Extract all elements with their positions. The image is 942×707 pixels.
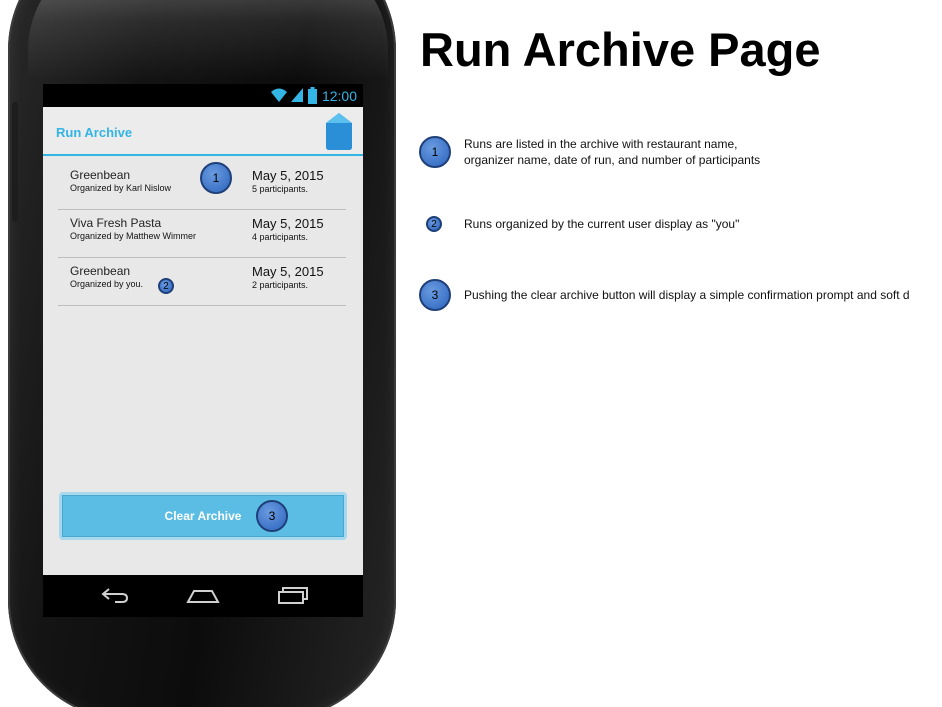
status-bar: 12:00 bbox=[43, 84, 363, 107]
note-line: Runs organized by the current user displ… bbox=[464, 217, 740, 231]
note-marker-3: 3 bbox=[419, 279, 451, 311]
run-date: May 5, 2015 bbox=[252, 168, 324, 183]
note-line: Runs are listed in the archive with rest… bbox=[464, 137, 738, 151]
app-title: Run Archive bbox=[56, 125, 133, 140]
wifi-icon bbox=[271, 88, 287, 102]
list-item[interactable]: Viva Fresh Pasta Organized by Matthew Wi… bbox=[58, 210, 346, 258]
clear-archive-container: Clear Archive bbox=[59, 492, 347, 540]
home-icon[interactable] bbox=[186, 582, 220, 606]
participant-count: 4 participants. bbox=[252, 232, 309, 242]
callout-marker-3: 3 bbox=[256, 500, 288, 532]
phone-screen: 12:00 Run Archive Greenbean Organized by… bbox=[43, 84, 363, 617]
list-item[interactable]: Greenbean Organized by you. May 5, 2015 … bbox=[58, 258, 346, 306]
note-line: organizer name, date of run, and number … bbox=[464, 153, 761, 167]
note-marker-2: 2 bbox=[426, 216, 442, 232]
organizer-name: Organized by you. bbox=[70, 279, 144, 289]
clear-archive-button[interactable]: Clear Archive bbox=[62, 495, 344, 537]
organizer-name: Organized by Karl Nislow bbox=[70, 183, 172, 193]
note-line: Pushing the clear archive button will di… bbox=[464, 288, 910, 302]
note-text-2: Runs organized by the current user displ… bbox=[464, 216, 739, 232]
callout-marker-2: 2 bbox=[158, 278, 174, 294]
restaurant-name: Greenbean bbox=[70, 168, 131, 182]
status-time: 12:00 bbox=[321, 88, 357, 104]
note-text-1: Runs are listed in the archive with rest… bbox=[464, 136, 760, 168]
organizer-name: Organized by Matthew Wimmer bbox=[70, 231, 197, 241]
run-date: May 5, 2015 bbox=[252, 264, 324, 279]
app-logo-icon[interactable] bbox=[325, 111, 353, 151]
signal-icon bbox=[291, 88, 303, 102]
restaurant-name: Greenbean bbox=[70, 264, 131, 278]
battery-icon bbox=[308, 87, 317, 104]
page-title: Run Archive Page bbox=[420, 23, 821, 76]
note-text-3: Pushing the clear archive button will di… bbox=[464, 287, 910, 303]
note-marker-1: 1 bbox=[419, 136, 451, 168]
action-bar: Run Archive bbox=[43, 107, 363, 156]
participant-count: 5 participants. bbox=[252, 184, 309, 194]
callout-marker-1: 1 bbox=[200, 162, 232, 194]
participant-count: 2 participants. bbox=[252, 280, 309, 290]
back-icon[interactable] bbox=[99, 582, 131, 606]
run-date: May 5, 2015 bbox=[252, 216, 324, 231]
phone-glare bbox=[28, 0, 388, 80]
navigation-bar bbox=[43, 575, 363, 617]
volume-key bbox=[12, 102, 18, 222]
recent-apps-icon[interactable] bbox=[276, 582, 308, 606]
restaurant-name: Viva Fresh Pasta bbox=[70, 216, 162, 230]
